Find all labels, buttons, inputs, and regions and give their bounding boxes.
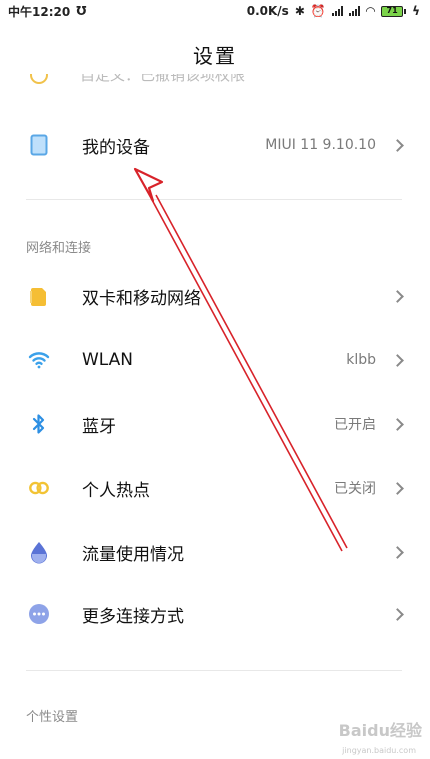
scrolled-row-label: 自定义：已撤销该项权限 [80, 74, 246, 84]
row-hotspot[interactable]: 个人热点 已关闭 [0, 456, 430, 520]
alarm-icon: ⏰ [310, 4, 326, 18]
row-more-connections[interactable]: 更多连接方式 [0, 582, 430, 646]
scrolled-row-icon [30, 74, 48, 84]
page-title: 设置 [193, 44, 237, 68]
row-my-device[interactable]: 我的设备 MIUI 11 9.10.10 [0, 113, 430, 177]
chevron-right-icon [391, 545, 404, 559]
battery-icon: 71 [381, 5, 407, 17]
divider [26, 670, 402, 671]
charging-icon: ϟ [412, 4, 420, 18]
status-time: 中午12:20 [8, 4, 71, 19]
row-label: 流量使用情况 [82, 544, 184, 565]
more-connections-icon [28, 603, 50, 625]
status-right: 0.0K/s ✱ ⏰ ◠ 71 ϟ [247, 4, 420, 18]
wifi-status-icon: ◠ [365, 4, 376, 18]
row-label: WLAN [82, 350, 134, 370]
bluetooth-icon [28, 413, 50, 435]
wifi-icon [28, 349, 50, 371]
row-value: 已开启 [334, 417, 376, 433]
data-usage-icon [28, 541, 50, 564]
network-speed: 0.0K/s [246, 4, 289, 18]
row-value: MIUI 11 9.10.10 [265, 137, 376, 153]
row-wlan[interactable]: WLAN klbb [0, 328, 430, 392]
section-title-network: 网络和连接 [26, 241, 92, 256]
status-left: 中午12:20 Ʊ [8, 3, 86, 20]
row-bluetooth[interactable]: 蓝牙 已开启 [0, 392, 430, 456]
row-dual-sim[interactable]: 双卡和移动网络 [0, 264, 430, 328]
watermark-logo: Baidu经验 [338, 721, 422, 740]
watermark-site: jingyan.baidu.com [342, 746, 416, 755]
row-data-usage[interactable]: 流量使用情况 [0, 520, 430, 584]
row-value: klbb [346, 352, 376, 368]
chevron-right-icon [391, 481, 404, 495]
row-label: 我的设备 [82, 137, 150, 158]
section-title-personal: 个性设置 [26, 710, 79, 725]
row-label: 蓝牙 [82, 416, 116, 437]
signal-icon-2 [348, 6, 360, 16]
chevron-right-icon [391, 138, 404, 152]
battery-level: 71 [381, 5, 404, 17]
signal-icon-1 [331, 6, 343, 16]
row-label: 更多连接方式 [82, 606, 184, 627]
scrolled-row[interactable]: 自定义：已撤销该项权限 [26, 74, 406, 92]
chevron-right-icon [391, 607, 404, 621]
sim-card-icon [28, 285, 50, 307]
divider [26, 199, 402, 200]
bluetooth-status-icon: ✱ [294, 4, 305, 18]
row-label: 双卡和移动网络 [82, 288, 201, 309]
status-bar: 中午12:20 Ʊ 0.0K/s ✱ ⏰ ◠ 71 ϟ [0, 0, 430, 22]
row-value: 已关闭 [334, 481, 376, 497]
device-icon [28, 134, 50, 156]
chevron-right-icon [391, 289, 404, 303]
row-label: 个人热点 [82, 480, 150, 501]
notification-icon: Ʊ [76, 4, 87, 18]
hotspot-icon [28, 477, 50, 499]
chevron-right-icon [391, 417, 404, 431]
chevron-right-icon [391, 353, 404, 367]
